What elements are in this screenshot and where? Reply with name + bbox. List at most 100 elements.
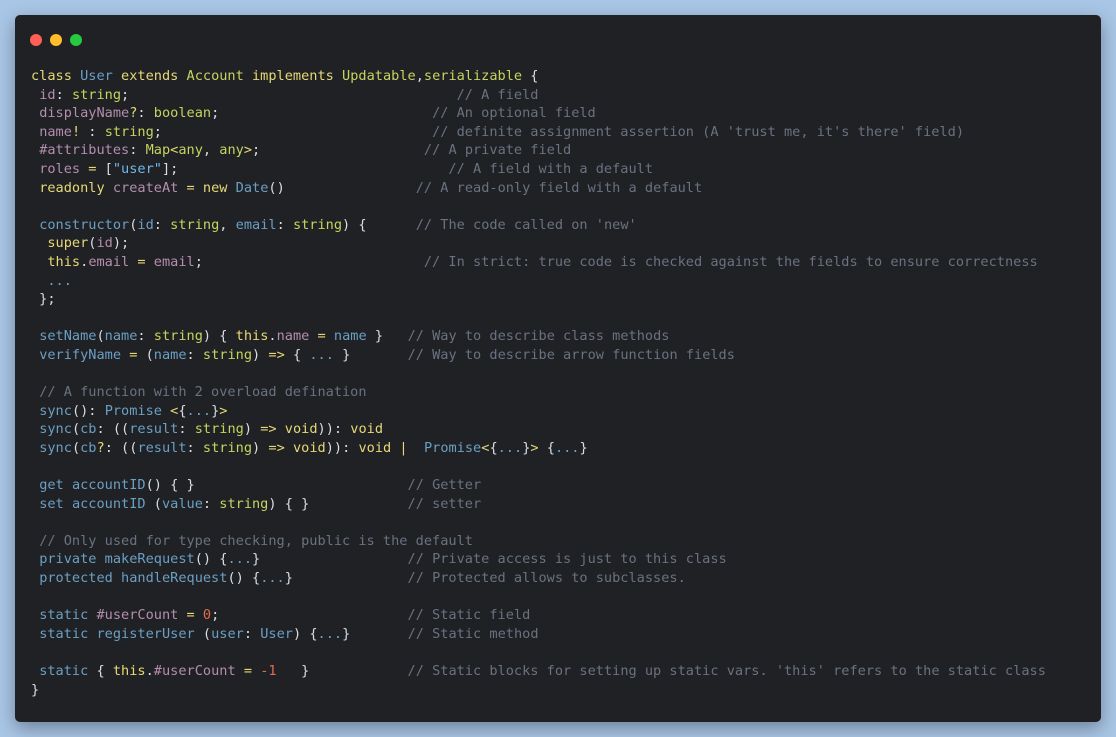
code-token: roles xyxy=(39,160,89,177)
code-token: static xyxy=(39,663,97,679)
code-token: name xyxy=(333,328,375,345)
code-token: ( xyxy=(153,495,162,512)
code-token: sync xyxy=(39,421,72,438)
code-token: } xyxy=(284,570,408,587)
code-line: verifyName = (name: string) => { ... } /… xyxy=(31,346,1046,365)
code-token: => xyxy=(268,346,293,363)
code-token: new xyxy=(202,179,236,196)
code-token: ( xyxy=(71,421,81,438)
code-token: ; xyxy=(121,86,457,103)
code-token: () { xyxy=(227,570,261,587)
code-token: this xyxy=(235,328,269,345)
code-token: email xyxy=(153,253,195,270)
code-token: string xyxy=(292,216,343,233)
maximize-dot-icon[interactable] xyxy=(70,34,82,46)
code-token: id xyxy=(137,216,154,233)
code-token: , xyxy=(202,142,220,159)
code-line: set accountID (value: string) { } // set… xyxy=(31,495,1046,514)
code-token: this xyxy=(112,663,146,679)
code-token: Map xyxy=(145,142,171,159)
code-token: { xyxy=(530,68,539,84)
code-token: ) xyxy=(252,346,269,363)
code-line: constructor(id: string, email: string) {… xyxy=(31,216,1046,235)
code-token: result xyxy=(137,439,187,456)
code-comment: // An optional field xyxy=(432,105,596,122)
code-token: ( xyxy=(71,439,81,456)
code-comment: // Way to describe arrow function fields xyxy=(407,346,735,363)
code-token: sync xyxy=(39,439,72,456)
code-comment: // definite assignment assertion (A 'tru… xyxy=(432,123,965,140)
code-token: accountID xyxy=(71,495,154,512)
code-token: get xyxy=(39,477,72,494)
code-token: implements xyxy=(252,68,343,84)
code-token: = xyxy=(186,179,203,196)
code-token: { xyxy=(96,663,113,679)
code-line: displayName?: boolean; // An optional fi… xyxy=(31,104,1046,123)
code-token: = xyxy=(88,160,105,177)
code-line: super(id); xyxy=(31,234,1046,253)
code-token: : xyxy=(186,439,203,456)
code-token: Promise xyxy=(423,439,482,456)
code-token: ]; xyxy=(161,160,449,177)
code-token: string xyxy=(71,86,122,103)
code-token: { xyxy=(489,439,498,456)
code-token: : xyxy=(137,328,154,345)
code-token: string xyxy=(104,123,154,140)
code-token: id xyxy=(39,86,56,103)
code-token: email xyxy=(88,253,138,270)
code-token: ... xyxy=(309,346,334,363)
code-token: : xyxy=(129,142,146,159)
code-token: Promise xyxy=(104,402,171,419)
code-token: => xyxy=(260,421,285,438)
code-token: : xyxy=(243,625,261,642)
code-token: = xyxy=(137,253,154,270)
code-token: { xyxy=(292,346,310,363)
code-token: email xyxy=(235,216,277,233)
code-token: setName xyxy=(39,328,97,345)
code-token: string xyxy=(202,346,253,363)
minimize-dot-icon[interactable] xyxy=(50,34,62,46)
code-token: string xyxy=(219,495,269,512)
code-token: . xyxy=(145,663,154,679)
code-line: sync(cb: ((result: string) => void)): vo… xyxy=(31,420,1046,439)
code-line: static #userCount = 0; // Static field xyxy=(31,606,1046,625)
code-line: sync(): Promise <{...}> xyxy=(31,402,1046,421)
code-token: } xyxy=(301,663,408,679)
code-token: name xyxy=(104,328,138,345)
code-token: ) xyxy=(243,421,261,438)
close-dot-icon[interactable] xyxy=(30,34,42,46)
code-token: User xyxy=(260,625,293,642)
code-comment: // setter xyxy=(407,495,482,512)
code-token: set xyxy=(39,495,72,512)
code-token: : xyxy=(80,123,105,140)
code-token: void xyxy=(292,439,326,456)
code-comment: // A field xyxy=(456,86,539,103)
code-line: // A function with 2 overload defination xyxy=(31,383,1046,402)
code-token: > xyxy=(219,402,228,419)
code-line: this.email = email; // In strict: true c… xyxy=(31,253,1046,272)
code-token: ? xyxy=(96,439,105,456)
code-token: ) { xyxy=(342,216,416,233)
code-line: protected handleRequest() {...} // Prote… xyxy=(31,569,1046,588)
code-token: { xyxy=(546,439,555,456)
code-token: ( xyxy=(145,346,154,363)
code-token: protected xyxy=(39,570,122,587)
code-token: ) xyxy=(252,439,269,456)
code-token: cb xyxy=(80,439,97,456)
code-token: } xyxy=(31,681,40,698)
code-token: , xyxy=(415,68,424,84)
code-token: void xyxy=(284,421,318,438)
